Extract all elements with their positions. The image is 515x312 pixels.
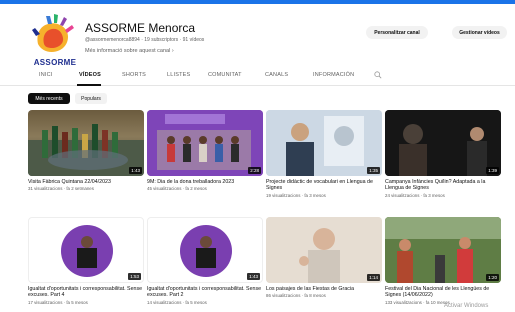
- group-photo-thumbnail-icon: [147, 110, 263, 176]
- video-duration: 1:39: [486, 167, 499, 174]
- signer-circle-thumbnail-icon: [61, 225, 113, 277]
- video-duration: 1:20: [486, 274, 499, 281]
- video-thumbnail[interactable]: 1:39: [385, 110, 501, 176]
- channel-tabs: INICI VÍDEOS SHORTS LLISTES COMUNITAT CA…: [0, 66, 515, 86]
- signer-circle-thumbnail-icon: [180, 225, 232, 277]
- video-duration: 1:14: [367, 274, 380, 281]
- tab-about[interactable]: INFORMACIÓN: [313, 72, 354, 78]
- night-scene-thumbnail-icon: [385, 110, 501, 176]
- tab-playlists[interactable]: LLISTES: [167, 72, 190, 78]
- video-thumbnail[interactable]: 1:35: [266, 110, 382, 176]
- video-meta: 24 visualitzacions · fa 3 mesos: [385, 193, 445, 198]
- more-info-link[interactable]: Més informació sobre aquest canal ›: [85, 48, 174, 54]
- top-accent-line: [0, 0, 515, 4]
- active-tab-indicator: [77, 84, 101, 86]
- video-duration: 2:28: [248, 167, 261, 174]
- video-meta: 133 visualitzacions · fa 10 mesos: [385, 300, 450, 305]
- woman-portrait-thumbnail-icon: [266, 217, 382, 283]
- more-info-label: Més informació sobre aquest canal: [85, 48, 171, 54]
- chevron-right-icon: ›: [171, 48, 174, 54]
- filter-recent-chip[interactable]: Més recents: [28, 93, 70, 104]
- video-meta: 45 visualitzacions · fa 2 mesos: [147, 186, 207, 191]
- channel-name: ASSORME Menorca: [85, 21, 196, 35]
- channel-meta: @assormemenorca8894 · 19 subscriptors · …: [85, 37, 205, 43]
- video-title[interactable]: Festival del Dia Nacional de les Llengüe…: [385, 286, 501, 299]
- video-thumbnail[interactable]: 1:20: [385, 217, 501, 283]
- video-duration: 1:35: [367, 167, 380, 174]
- video-title[interactable]: Visita Fàbrica Quintana 22/04/2023: [28, 179, 144, 185]
- video-duration: 1:43: [247, 273, 260, 280]
- video-title[interactable]: Igualtat d'oportunitats i corresponsabil…: [28, 286, 144, 299]
- channel-logo[interactable]: ASSORME: [30, 14, 76, 70]
- tab-home[interactable]: INICI: [39, 72, 53, 78]
- video-title[interactable]: 9M: Dia de la dona treballadora 2023: [147, 179, 263, 185]
- video-title[interactable]: Los paisajes de las Fiestas de Gracia: [266, 286, 382, 292]
- video-meta: 31 visualitzacions · fa 2 setmanes: [28, 186, 94, 191]
- windows-activation-watermark: Activar Windows: [444, 303, 489, 309]
- outdoor-festival-thumbnail-icon: [385, 217, 501, 283]
- video-thumbnail[interactable]: 1:14: [266, 217, 382, 283]
- tab-videos[interactable]: VÍDEOS: [79, 72, 101, 78]
- manage-videos-button[interactable]: Gestionar vídeos: [452, 26, 507, 39]
- hand-logo-icon: [32, 14, 74, 52]
- video-meta: 19 visualitzacions · fa 3 mesos: [266, 193, 326, 198]
- filter-popular-chip[interactable]: Populars: [75, 93, 107, 104]
- tab-channels[interactable]: CANALS: [265, 72, 288, 78]
- video-thumbnail[interactable]: 1:53: [28, 217, 144, 283]
- video-duration: 1:53: [128, 273, 141, 280]
- search-icon[interactable]: [374, 71, 382, 79]
- video-meta: 14 visualitzacions · fa 5 mesos: [147, 300, 207, 305]
- tab-shorts[interactable]: SHORTS: [122, 72, 146, 78]
- video-thumbnail[interactable]: 2:28: [147, 110, 263, 176]
- video-meta: 86 visualitzacions · fa 8 mesos: [266, 293, 326, 298]
- video-meta: 17 visualitzacions · fa 5 mesos: [28, 300, 88, 305]
- video-duration: 1:43: [129, 167, 142, 174]
- video-title[interactable]: Igualtat d'oportunitats i corresponsabil…: [147, 286, 263, 299]
- video-thumbnail[interactable]: 1:43: [147, 217, 263, 283]
- bottles-thumbnail-icon: [28, 124, 144, 176]
- video-title[interactable]: Projecte didàctic de vocabulari en Lleng…: [266, 179, 382, 192]
- customize-channel-button[interactable]: Personalitzar canal: [366, 26, 428, 39]
- video-title[interactable]: Campanya Infàncies Quïlin? Adaptada a la…: [385, 179, 501, 192]
- tab-community[interactable]: COMUNITAT: [208, 72, 242, 78]
- video-thumbnail[interactable]: 1:43: [28, 110, 144, 176]
- presenter-thumbnail-icon: [266, 110, 382, 176]
